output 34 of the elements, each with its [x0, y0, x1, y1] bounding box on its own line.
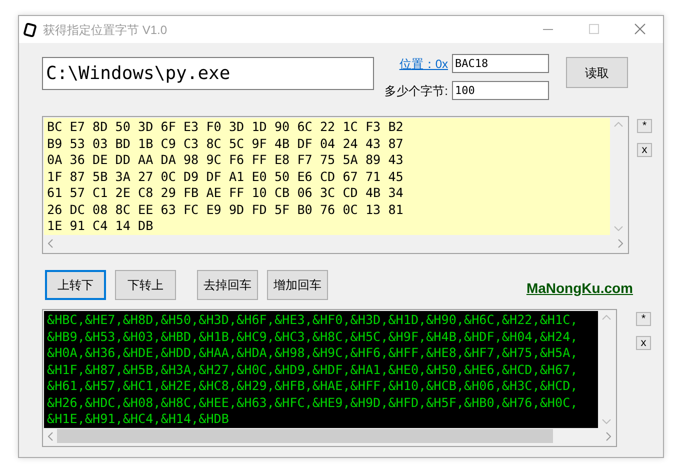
action-button[interactable]: 下转上: [115, 270, 176, 300]
text-line: 26 DC 08 8C EE 63 FC E9 9D FD 5F B0 76 0C 13 81: [47, 202, 404, 218]
text-line: 0A 36 DE DD AA DA 98 9C F6 FF E8 F7 75 5A 89 43: [47, 152, 404, 168]
scroll-thumb[interactable]: [57, 429, 553, 443]
window-title: 获得指定位置字节 V1.0: [43, 22, 168, 38]
action-button[interactable]: 增加回车: [267, 270, 328, 300]
text-line: 1F 87 5B 3A 27 0C D9 DF A1 E0 50 E6 CD 67 71 45: [47, 168, 404, 185]
position-link[interactable]: 位置：0x: [378, 54, 452, 72]
text-line: &HB9,&H53,&H03,&HBD,&H1B,&HC9,&HC3,&H8C,&H5C,&H9F,&H4B,&HDF,&H04,&H24,: [47, 328, 579, 345]
text-line: 1E 91 C4 14 DB: [47, 218, 154, 234]
action-button[interactable]: 上转下: [45, 270, 106, 300]
text-line: 61 57 C1 2E C8 29 FB AE FF 10 CB 06 3C CD 4B 34: [47, 185, 404, 202]
text-line: &H0A,&H36,&HDE,&HDD,&HAA,&HDA,&H98,&H9C,&HF6,&HFF,&HE8,&HF7,&H75,&H5A,: [47, 345, 579, 362]
text-line: &H26,&HDC,&H08,&H8C,&HEE,&H63,&HFC,&HE9,&H9D,&HFD,&H5F,&HB0,&H76,&H0C,: [47, 394, 579, 411]
action-button[interactable]: 去掉回车: [197, 270, 258, 300]
small-button[interactable]: x: [637, 143, 652, 157]
site-link[interactable]: MaNongKu.com: [526, 278, 633, 298]
small-button[interactable]: *: [637, 119, 652, 133]
read-button[interactable]: 读取: [566, 57, 628, 88]
text-line: &H1E,&H91,&HC4,&H14,&HDB: [47, 411, 230, 428]
position-field[interactable]: BAC18: [452, 54, 549, 73]
small-button[interactable]: x: [636, 336, 651, 350]
path-field[interactable]: C:\Windows\py.exe: [42, 57, 374, 90]
text-line: &HBC,&HE7,&H8D,&H50,&H3D,&H6F,&HE3,&HF0,&H3D,&H1D,&H90,&H6C,&H22,&H1C,: [47, 312, 579, 328]
text-line: &H1F,&H87,&H5B,&H3A,&H27,&H0C,&HD9,&HDF,&HA1,&HE0,&H50,&HE6,&HCD,&H67,: [47, 362, 579, 378]
byte-count-label: 多少个字节:: [384, 82, 449, 100]
byte-count-field[interactable]: 100: [452, 81, 549, 100]
small-button[interactable]: *: [636, 312, 651, 326]
text-line: B9 53 03 BD 1B C9 C3 8C 5C 9F 4B DF 04 24 43 87: [47, 136, 404, 152]
text-line: &H61,&H57,&HC1,&H2E,&HC8,&H29,&HFB,&HAE,&HFF,&H10,&HCB,&H06,&H3C,&HCD,: [47, 378, 579, 394]
hex-text-area[interactable]: [42, 116, 629, 254]
app-icon: [23, 22, 37, 36]
text-line: BC E7 8D 50 3D 6F E3 F0 3D 1D 90 6C 22 1C F3 B2: [47, 119, 404, 136]
output-text-area[interactable]: [42, 309, 617, 446]
